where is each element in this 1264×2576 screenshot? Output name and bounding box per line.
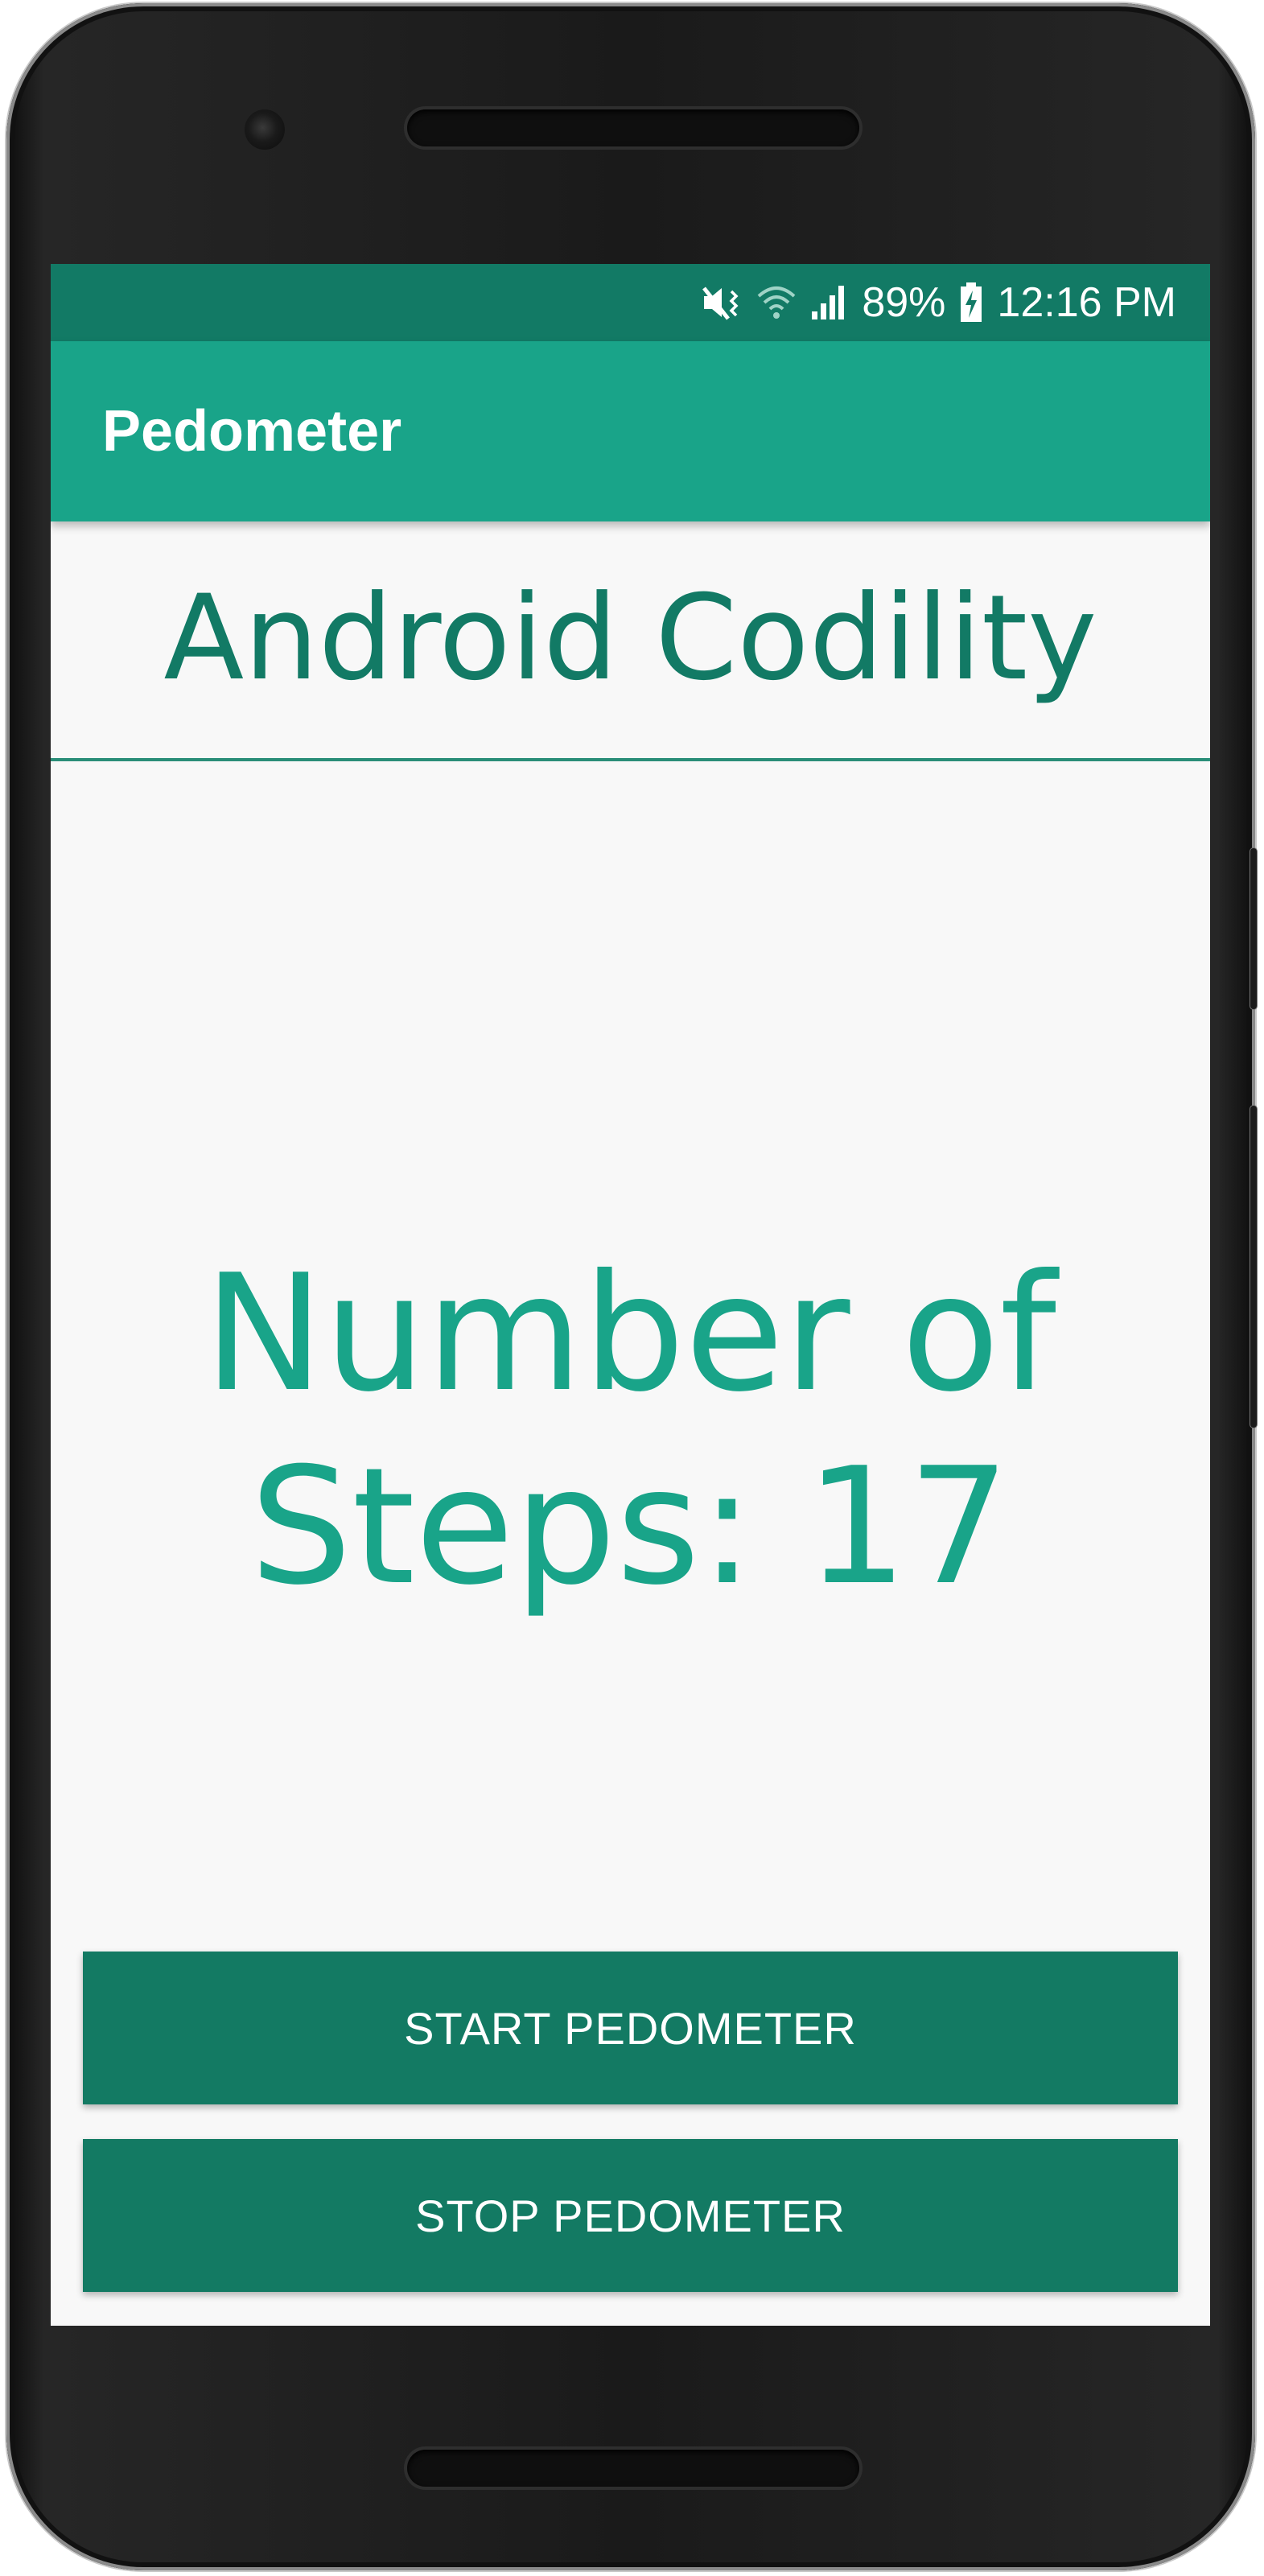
- volume-button: [1250, 848, 1257, 1009]
- front-camera: [245, 109, 285, 150]
- header-divider: [51, 758, 1210, 761]
- steps-display: Number of Steps: 17: [147, 1238, 1113, 1624]
- header-text: Android Codility: [163, 570, 1097, 707]
- stop-pedometer-button[interactable]: STOP PEDOMETER: [83, 2139, 1178, 2292]
- wifi-icon: [757, 283, 796, 322]
- app-title: Pedometer: [102, 399, 402, 464]
- status-time: 12:16 PM: [997, 279, 1176, 326]
- steps-label-line1: Number of: [204, 1240, 1056, 1428]
- start-pedometer-button[interactable]: START PEDOMETER: [83, 1952, 1178, 2104]
- phone-screen: 89% 12:16 PM Pedometer Android Codility …: [51, 264, 1210, 2326]
- bottom-speaker-grille: [407, 2450, 859, 2487]
- battery-percent: 89%: [862, 279, 946, 326]
- power-button: [1250, 1106, 1257, 1428]
- mute-vibrate-icon: [701, 283, 743, 322]
- signal-icon: [810, 284, 847, 321]
- battery-charging-icon: [960, 282, 982, 323]
- status-bar: 89% 12:16 PM: [51, 264, 1210, 341]
- status-icons: 89% 12:16 PM: [701, 264, 1176, 341]
- top-speaker-grille: [407, 109, 859, 146]
- app-bar: Pedometer: [51, 341, 1210, 521]
- steps-label-line2: Steps: 17: [249, 1433, 1011, 1621]
